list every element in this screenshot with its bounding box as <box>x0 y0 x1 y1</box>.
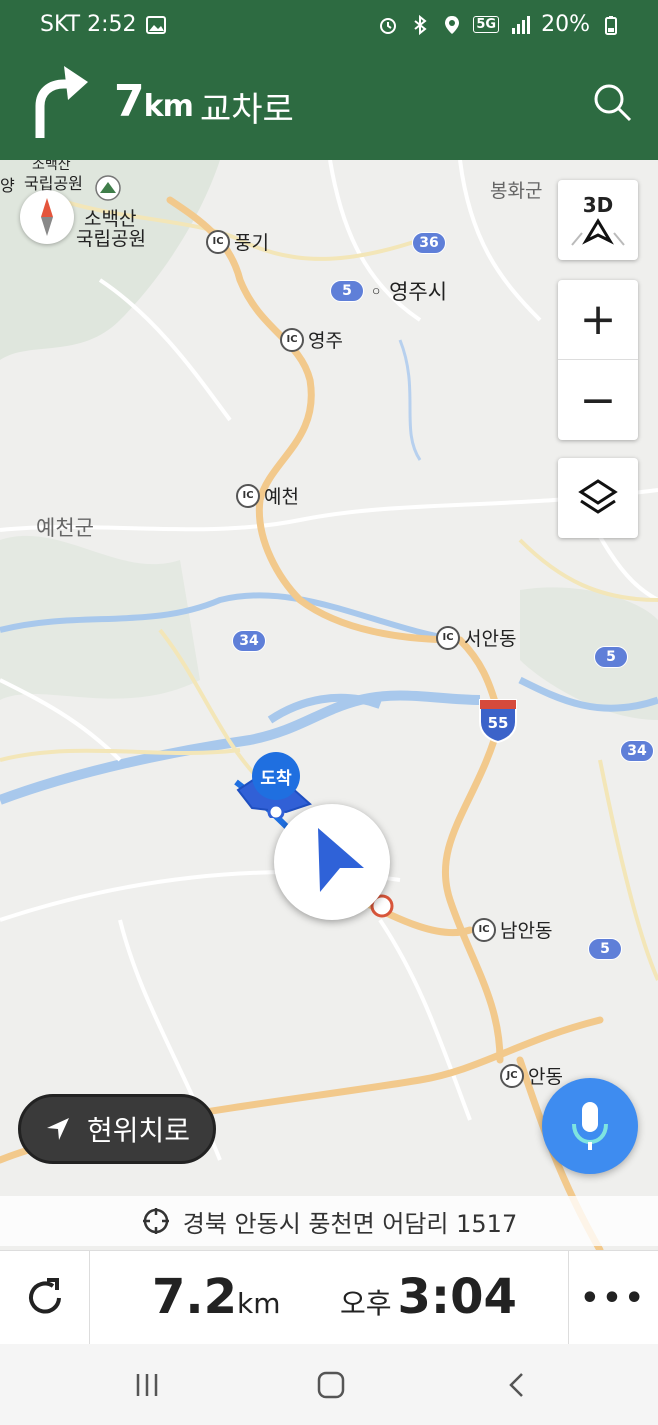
signal-icon <box>512 15 531 34</box>
turn-road-name: 교차로 <box>200 90 294 130</box>
status-time: SKT 2:52 <box>40 12 137 37</box>
zoom-in-button[interactable]: + <box>558 280 638 360</box>
zoom-control: + − <box>558 280 638 440</box>
ic-label: IC 영주 <box>280 326 343 353</box>
route-badge: 5 <box>588 938 622 960</box>
location-icon <box>445 15 460 34</box>
battery-percent: 20% <box>541 12 590 37</box>
network-badge: 5G <box>473 16 500 33</box>
more-options-button[interactable]: ••• <box>568 1251 658 1345</box>
map-label: 봉화군 <box>490 180 543 202</box>
route-badge: 36 <box>412 232 446 254</box>
voice-search-button[interactable] <box>542 1078 638 1174</box>
locate-arrow-icon <box>47 1118 69 1140</box>
mountain-icon <box>95 175 121 201</box>
map-label: 국립공원 <box>76 228 146 250</box>
arrival-time: 오후 3:04 <box>340 1269 517 1325</box>
map-label: 양 <box>0 176 15 195</box>
zoom-out-button[interactable]: − <box>558 360 638 440</box>
current-location-marker <box>274 804 390 920</box>
ic-label: IC 남안동 <box>472 916 552 943</box>
layers-button[interactable] <box>558 458 638 538</box>
bluetooth-icon <box>414 14 427 35</box>
map-view[interactable]: 소백산 국립공원 양 소백산 국립공원 봉화군 ◦ 영주시 예천군 IC 풍기 I… <box>0 160 658 1250</box>
microphone-icon <box>572 1102 608 1150</box>
turn-distance: 7km <box>114 76 194 127</box>
perspective-icon <box>571 218 625 246</box>
alarm-icon <box>380 17 397 34</box>
refresh-icon <box>28 1278 61 1314</box>
route-badge: 34 <box>620 740 654 762</box>
ic-label: IC 예천 <box>236 482 299 509</box>
layers-icon <box>578 479 618 514</box>
trip-info-bar: 7.2km 오후 3:04 ••• <box>0 1250 658 1345</box>
gallery-icon <box>145 15 166 34</box>
remaining-distance: 7.2km <box>152 1269 281 1325</box>
expressway-number: 55 <box>487 714 509 732</box>
current-address: 경북 안동시 풍천면 어담리 1517 <box>182 1209 518 1238</box>
home-icon[interactable] <box>316 1370 346 1400</box>
reroute-button[interactable] <box>0 1251 90 1345</box>
ic-label: IC 풍기 <box>206 228 269 255</box>
status-bar: SKT 2:52 5G 20% <box>0 0 658 48</box>
crosshair-icon <box>142 1208 169 1234</box>
compass-icon[interactable] <box>20 190 74 244</box>
route-badge: 5 <box>330 280 364 302</box>
battery-icon <box>605 15 617 35</box>
system-navigation-bar <box>0 1344 658 1425</box>
ic-label: IC 서안동 <box>436 624 516 651</box>
current-location-button[interactable]: 현위치로 <box>18 1094 216 1164</box>
destination-pin[interactable]: 도착 <box>252 752 300 800</box>
back-icon[interactable] <box>502 1370 532 1400</box>
search-icon[interactable] <box>590 80 634 124</box>
navigation-arrow-icon <box>318 828 364 892</box>
3d-toggle-button[interactable]: 3D <box>558 180 638 260</box>
turn-guidance-bar: 7km 교차로 <box>0 48 658 160</box>
route-badge: 5 <box>594 646 628 668</box>
current-location-label: 현위치로 <box>87 1114 191 1147</box>
map-label: 예천군 <box>36 516 94 540</box>
current-address-bar: 경북 안동시 풍천면 어담리 1517 <box>0 1196 658 1246</box>
map-label: ◦ 영주시 <box>370 280 448 304</box>
turn-right-arrow-icon <box>35 66 88 138</box>
recent-apps-icon[interactable] <box>132 1370 162 1400</box>
route-badge: 34 <box>232 630 266 652</box>
